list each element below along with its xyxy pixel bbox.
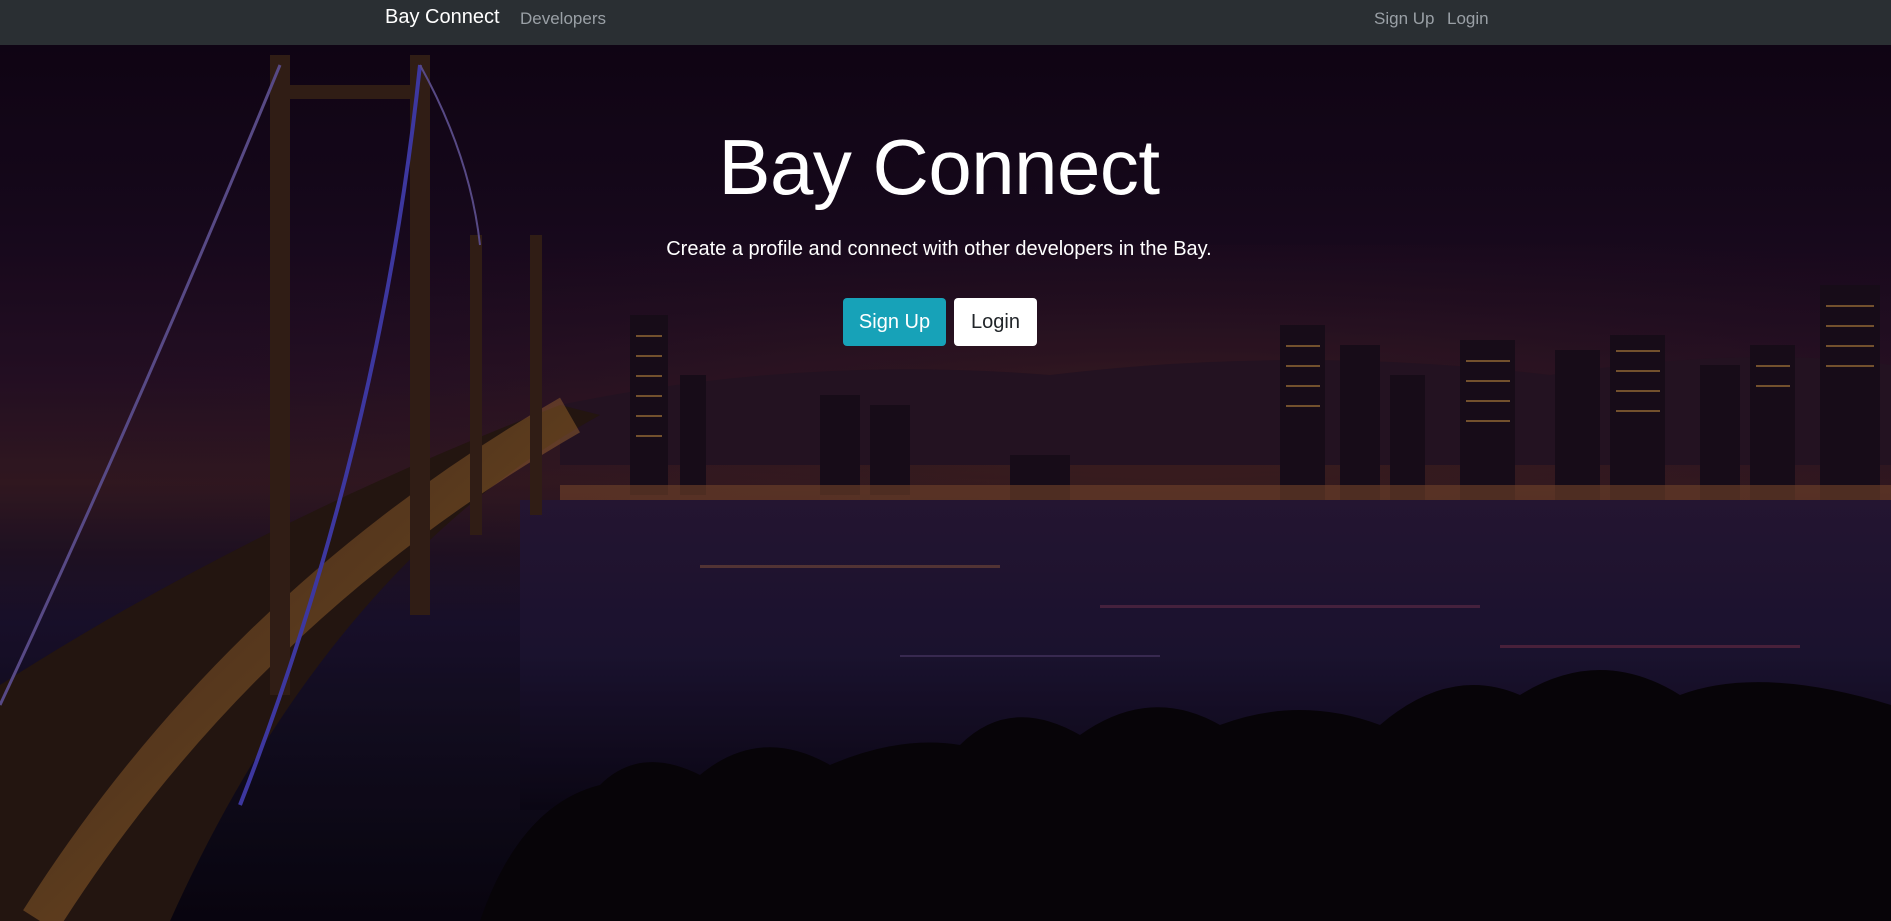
login-button[interactable]: Login xyxy=(954,298,1037,346)
brand-link[interactable]: Bay Connect xyxy=(385,6,500,29)
nav-signup-link[interactable]: Sign Up xyxy=(1374,9,1434,29)
nav-login-link[interactable]: Login xyxy=(1447,9,1489,29)
nav-developers-link[interactable]: Developers xyxy=(520,9,606,29)
signup-button[interactable]: Sign Up xyxy=(843,298,946,346)
hero-lead-text: Create a profile and connect with other … xyxy=(666,238,1212,260)
hero-title: Bay Connect xyxy=(718,123,1160,211)
navbar: Bay Connect Developers Sign Up Login xyxy=(0,0,1891,45)
